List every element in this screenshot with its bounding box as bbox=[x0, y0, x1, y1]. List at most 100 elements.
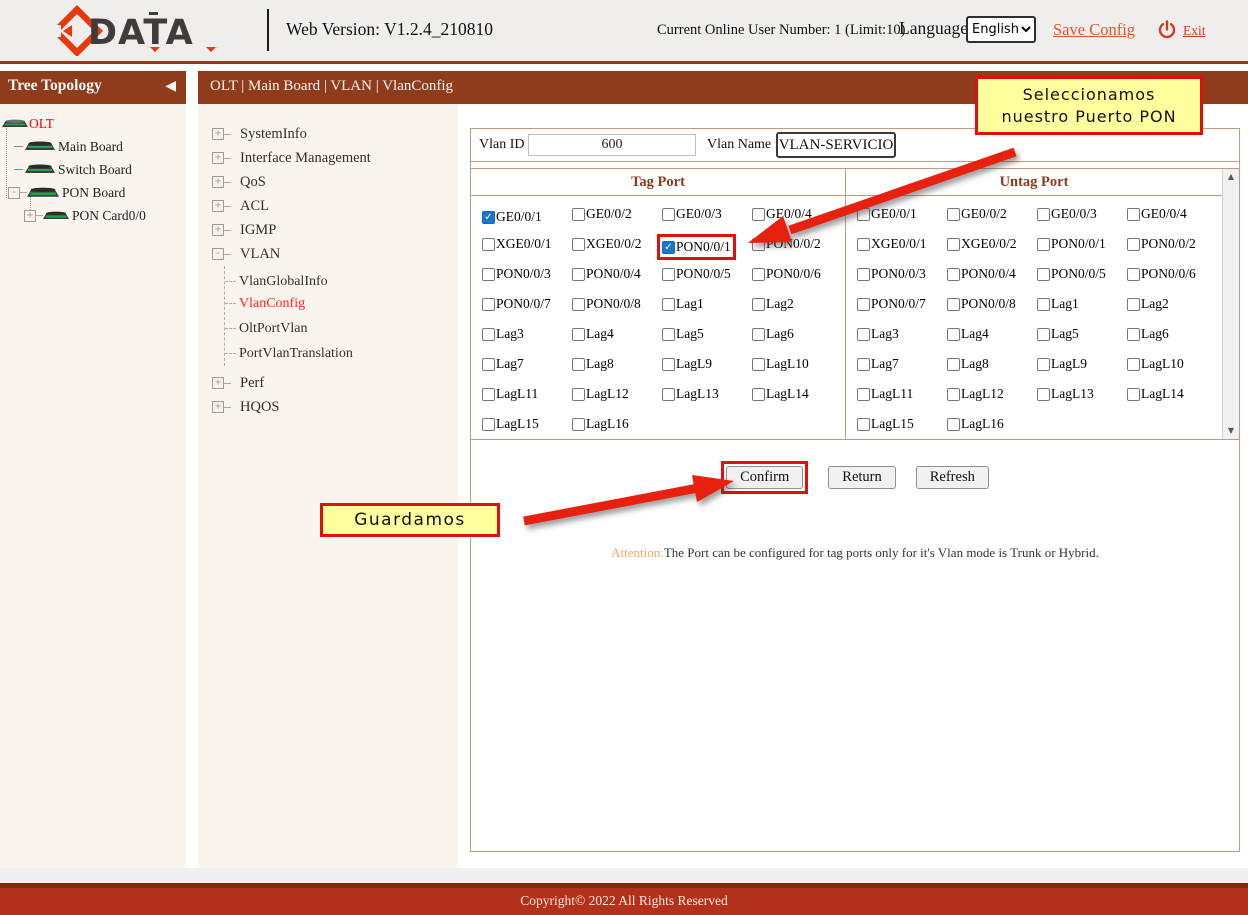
collapse-expander-icon[interactable]: - bbox=[212, 248, 224, 260]
tag-port-GE0/0/3[interactable]: GE0/0/3 bbox=[662, 206, 722, 222]
submenu-item-vlanconfig[interactable]: VlanConfig bbox=[225, 291, 458, 316]
untag-port-Lag5[interactable]: Lag5 bbox=[1037, 326, 1079, 342]
untag-port-Lag7[interactable]: Lag7 bbox=[857, 356, 899, 372]
untag-port-LagL14[interactable]: LagL14 bbox=[1127, 386, 1184, 402]
checkbox-unchecked-icon[interactable] bbox=[572, 238, 585, 251]
expand-expander-icon[interactable]: + bbox=[212, 401, 224, 413]
checkbox-unchecked-icon[interactable] bbox=[857, 298, 870, 311]
tag-port-LagL15[interactable]: LagL15 bbox=[482, 416, 539, 432]
checkbox-unchecked-icon[interactable] bbox=[1037, 208, 1050, 221]
expand-expander-icon[interactable]: + bbox=[24, 210, 36, 222]
untag-port-PON0/0/7[interactable]: PON0/0/7 bbox=[857, 296, 926, 312]
menu-item-interface-management[interactable]: + Interface Management bbox=[198, 146, 458, 170]
checkbox-unchecked-icon[interactable] bbox=[662, 208, 675, 221]
tag-port-XGE0/0/2[interactable]: XGE0/0/2 bbox=[572, 236, 642, 252]
tag-port-Lag3[interactable]: Lag3 bbox=[482, 326, 524, 342]
untag-port-Lag4[interactable]: Lag4 bbox=[947, 326, 989, 342]
checkbox-unchecked-icon[interactable] bbox=[662, 328, 675, 341]
exit-link[interactable]: Exit bbox=[1183, 23, 1206, 39]
expand-expander-icon[interactable]: + bbox=[212, 152, 224, 164]
submenu-item-portvlantranslation[interactable]: PortVlanTranslation bbox=[225, 341, 458, 366]
untag-port-Lag1[interactable]: Lag1 bbox=[1037, 296, 1079, 312]
untag-port-PON0/0/5[interactable]: PON0/0/5 bbox=[1037, 266, 1106, 282]
tag-port-GE0/0/2[interactable]: GE0/0/2 bbox=[572, 206, 632, 222]
expand-expander-icon[interactable]: + bbox=[212, 128, 224, 140]
checkbox-unchecked-icon[interactable] bbox=[947, 298, 960, 311]
menu-item-perf[interactable]: + Perf bbox=[198, 371, 458, 395]
submenu-item-oltportvlan[interactable]: OltPortVlan bbox=[225, 316, 458, 341]
checkbox-unchecked-icon[interactable] bbox=[662, 358, 675, 371]
checkbox-unchecked-icon[interactable] bbox=[857, 268, 870, 281]
checkbox-unchecked-icon[interactable] bbox=[482, 328, 495, 341]
checkbox-unchecked-icon[interactable] bbox=[482, 418, 495, 431]
checkbox-unchecked-icon[interactable] bbox=[1127, 268, 1140, 281]
checkbox-unchecked-icon[interactable] bbox=[857, 328, 870, 341]
menu-item-qos[interactable]: + QoS bbox=[198, 170, 458, 194]
tag-port-Lag6[interactable]: Lag6 bbox=[752, 326, 794, 342]
checkbox-unchecked-icon[interactable] bbox=[1037, 358, 1050, 371]
tag-port-PON0/0/6[interactable]: PON0/0/6 bbox=[752, 266, 821, 282]
checkbox-unchecked-icon[interactable] bbox=[947, 328, 960, 341]
untag-port-GE0/0/4[interactable]: GE0/0/4 bbox=[1127, 206, 1187, 222]
checkbox-unchecked-icon[interactable] bbox=[572, 328, 585, 341]
checkbox-unchecked-icon[interactable] bbox=[752, 388, 765, 401]
expand-expander-icon[interactable]: + bbox=[212, 176, 224, 188]
checkbox-unchecked-icon[interactable] bbox=[572, 268, 585, 281]
untag-port-PON0/0/6[interactable]: PON0/0/6 bbox=[1127, 266, 1196, 282]
checkbox-unchecked-icon[interactable] bbox=[572, 208, 585, 221]
checkbox-unchecked-icon[interactable] bbox=[752, 268, 765, 281]
collapse-expander-icon[interactable]: - bbox=[8, 187, 20, 199]
untag-port-LagL11[interactable]: LagL11 bbox=[857, 386, 913, 402]
untag-port-PON0/0/1[interactable]: PON0/0/1 bbox=[1037, 236, 1106, 252]
tag-port-PON0/0/7[interactable]: PON0/0/7 bbox=[482, 296, 551, 312]
checkbox-unchecked-icon[interactable] bbox=[752, 208, 765, 221]
checkbox-unchecked-icon[interactable] bbox=[1037, 298, 1050, 311]
scroll-up-icon[interactable]: ▲ bbox=[1223, 169, 1239, 185]
tree-item-olt[interactable]: OLT bbox=[0, 112, 186, 135]
tree-item-pon-board[interactable]: - PON Board bbox=[0, 181, 186, 204]
checkbox-unchecked-icon[interactable] bbox=[1127, 298, 1140, 311]
checkbox-unchecked-icon[interactable] bbox=[752, 238, 765, 251]
expand-expander-icon[interactable]: + bbox=[212, 200, 224, 212]
untag-port-PON0/0/2[interactable]: PON0/0/2 bbox=[1127, 236, 1196, 252]
tag-port-LagL14[interactable]: LagL14 bbox=[752, 386, 809, 402]
checkbox-unchecked-icon[interactable] bbox=[1127, 358, 1140, 371]
vlan-id-input[interactable] bbox=[528, 134, 696, 156]
return-button[interactable]: Return bbox=[828, 466, 895, 489]
checkbox-unchecked-icon[interactable] bbox=[947, 208, 960, 221]
checkbox-unchecked-icon[interactable] bbox=[1127, 328, 1140, 341]
untag-port-GE0/0/3[interactable]: GE0/0/3 bbox=[1037, 206, 1097, 222]
tag-port-LagL13[interactable]: LagL13 bbox=[662, 386, 719, 402]
untag-port-Lag3[interactable]: Lag3 bbox=[857, 326, 899, 342]
checkbox-unchecked-icon[interactable] bbox=[857, 418, 870, 431]
checkbox-unchecked-icon[interactable] bbox=[572, 388, 585, 401]
checkbox-unchecked-icon[interactable] bbox=[572, 418, 585, 431]
language-select[interactable]: English bbox=[966, 16, 1036, 43]
tag-port-Lag2[interactable]: Lag2 bbox=[752, 296, 794, 312]
checkbox-checked-icon[interactable]: ✓ bbox=[482, 211, 495, 224]
checkbox-unchecked-icon[interactable] bbox=[947, 358, 960, 371]
checkbox-unchecked-icon[interactable] bbox=[947, 418, 960, 431]
untag-port-Lag2[interactable]: Lag2 bbox=[1127, 296, 1169, 312]
menu-item-acl[interactable]: + ACL bbox=[198, 194, 458, 218]
checkbox-unchecked-icon[interactable] bbox=[857, 208, 870, 221]
tag-port-PON0/0/3[interactable]: PON0/0/3 bbox=[482, 266, 551, 282]
tag-port-PON0/0/8[interactable]: PON0/0/8 bbox=[572, 296, 641, 312]
untag-port-Lag6[interactable]: Lag6 bbox=[1127, 326, 1169, 342]
tag-port-Lag5[interactable]: Lag5 bbox=[662, 326, 704, 342]
tag-port-Lag8[interactable]: Lag8 bbox=[572, 356, 614, 372]
untag-port-PON0/0/4[interactable]: PON0/0/4 bbox=[947, 266, 1016, 282]
checkbox-unchecked-icon[interactable] bbox=[482, 358, 495, 371]
checkbox-unchecked-icon[interactable] bbox=[947, 388, 960, 401]
tree-item-main-board[interactable]: Main Board bbox=[0, 135, 186, 158]
checkbox-unchecked-icon[interactable] bbox=[482, 268, 495, 281]
checkbox-unchecked-icon[interactable] bbox=[482, 298, 495, 311]
checkbox-unchecked-icon[interactable] bbox=[1037, 328, 1050, 341]
checkbox-checked-icon[interactable]: ✓ bbox=[662, 241, 675, 254]
menu-item-systeminfo[interactable]: + SystemInfo bbox=[198, 122, 458, 146]
tag-port-Lag1[interactable]: Lag1 bbox=[662, 296, 704, 312]
untag-port-LagL10[interactable]: LagL10 bbox=[1127, 356, 1184, 372]
submenu-item-vlanglobalinfo[interactable]: VlanGlobalInfo bbox=[225, 266, 458, 291]
checkbox-unchecked-icon[interactable] bbox=[482, 388, 495, 401]
tag-port-Lag4[interactable]: Lag4 bbox=[572, 326, 614, 342]
